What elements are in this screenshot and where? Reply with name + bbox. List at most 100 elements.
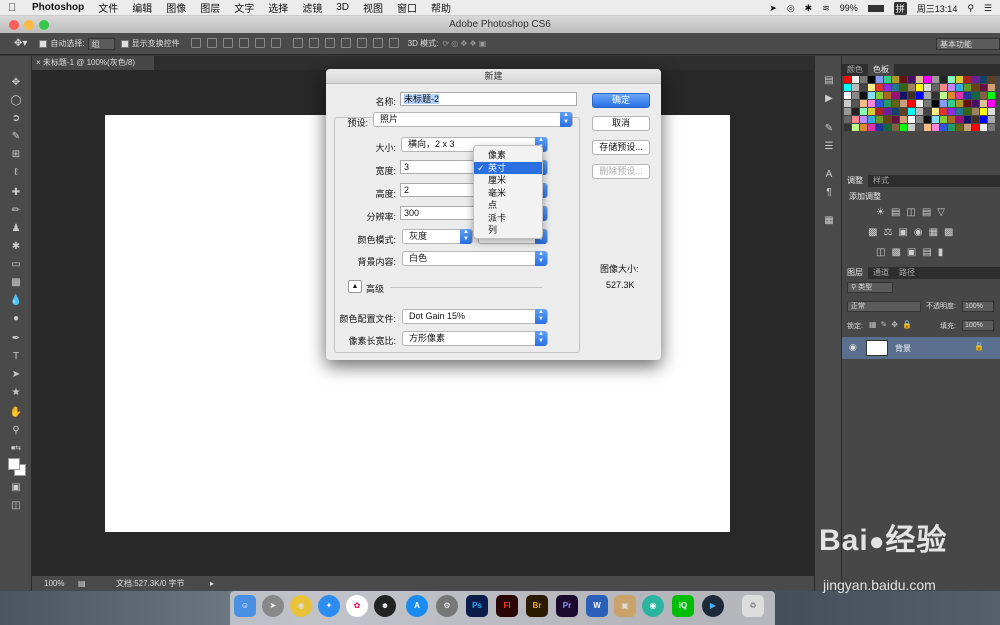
window-close-button[interactable] (9, 20, 19, 30)
color-swatch[interactable] (940, 76, 947, 83)
color-swatch[interactable] (932, 116, 939, 123)
color-swatch[interactable] (924, 124, 931, 131)
notification-center-icon[interactable]: ☰ (984, 3, 992, 14)
menu-image[interactable]: 图像 (166, 0, 186, 15)
color-swatch[interactable] (932, 76, 939, 83)
color-swatch[interactable] (932, 92, 939, 99)
pixel-aspect-dropdown[interactable]: 方形像素 ▲ ▼ (402, 331, 548, 346)
color-swatch[interactable] (860, 124, 867, 131)
battery-percent[interactable]: 99% (840, 3, 858, 13)
color-swatch[interactable] (964, 92, 971, 99)
color-swatch[interactable] (932, 124, 939, 131)
color-swatch[interactable] (876, 124, 883, 131)
brush-tool-icon[interactable]: ✏ (9, 204, 23, 218)
color-swatch[interactable] (868, 116, 875, 123)
3d-panel-icon[interactable]: ▦ (822, 214, 836, 228)
color-swatch[interactable] (876, 92, 883, 99)
color-swatch[interactable] (860, 108, 867, 115)
color-swatch[interactable] (988, 92, 995, 99)
color-swatch[interactable] (972, 108, 979, 115)
3d-rotate-icon[interactable]: ⟳ (442, 39, 449, 48)
unit-option[interactable]: 列 (474, 224, 542, 237)
quick-select-tool-icon[interactable]: ✎ (9, 130, 23, 144)
color-swatch[interactable] (868, 92, 875, 99)
color-swatch[interactable] (876, 116, 883, 123)
color-swatch[interactable] (844, 84, 851, 91)
color-swatch[interactable] (916, 84, 923, 91)
cancel-button[interactable]: 取消 (592, 116, 650, 131)
color-swatch[interactable] (924, 116, 931, 123)
color-swatch[interactable] (900, 92, 907, 99)
color-swatch[interactable] (860, 92, 867, 99)
color-swatch[interactable] (876, 108, 883, 115)
color-swatch[interactable] (948, 100, 955, 107)
finder-icon[interactable]: ☺ (234, 595, 256, 617)
color-swatch[interactable] (892, 124, 899, 131)
photos-icon[interactable]: ✿ (346, 595, 368, 617)
color-swatch[interactable] (852, 100, 859, 107)
menu-filter[interactable]: 滤镜 (302, 0, 322, 15)
photoshop-dock-icon[interactable]: Ps (466, 595, 488, 617)
actions-panel-icon[interactable]: ▶ (822, 92, 836, 106)
color-swatch[interactable] (900, 100, 907, 107)
color-swatch[interactable] (852, 116, 859, 123)
color-swatch[interactable] (972, 100, 979, 107)
player-icon[interactable]: ▶ (702, 595, 724, 617)
tab-channels[interactable]: 通道 (868, 267, 894, 279)
unit-option[interactable]: 像素 (474, 149, 542, 162)
color-swatch[interactable] (932, 108, 939, 115)
color-swatch[interactable] (868, 84, 875, 91)
color-swatch[interactable] (844, 100, 851, 107)
color-profile-dropdown[interactable]: Dot Gain 15% ▲ ▼ (402, 309, 548, 324)
window-zoom-button[interactable] (39, 20, 49, 30)
menu-file[interactable]: 文件 (98, 0, 118, 15)
align-left-icon[interactable] (238, 37, 249, 48)
color-swatch[interactable] (908, 76, 915, 83)
color-swatch[interactable] (908, 124, 915, 131)
distribute-vcenter-icon[interactable] (308, 37, 319, 48)
default-colors-icon[interactable]: ■⇆ (9, 442, 23, 456)
color-swatch[interactable] (916, 100, 923, 107)
align-right-icon[interactable] (270, 37, 281, 48)
color-swatch[interactable] (860, 116, 867, 123)
menu-help[interactable]: 帮助 (431, 0, 451, 15)
trash-icon[interactable]: ♻ (742, 595, 764, 617)
color-swatch[interactable] (940, 108, 947, 115)
menu-select[interactable]: 选择 (268, 0, 288, 15)
name-field[interactable]: 未标题-2 (400, 92, 577, 106)
eraser-tool-icon[interactable]: ▭ (9, 258, 23, 272)
advanced-toggle-button[interactable]: ▲ (348, 280, 362, 293)
color-swatch[interactable] (924, 100, 931, 107)
clone-stamp-tool-icon[interactable]: ♟ (9, 222, 23, 236)
color-swatch[interactable] (972, 84, 979, 91)
unit-option[interactable]: 点 (474, 199, 542, 212)
color-swatch[interactable] (972, 76, 979, 83)
color-swatch[interactable] (876, 76, 883, 83)
3d-scale-icon[interactable]: ▣ (479, 39, 487, 48)
layer-filter-dropdown[interactable]: ⚲ 类型 (847, 282, 893, 293)
color-swatch[interactable] (956, 76, 963, 83)
color-swatch[interactable] (868, 76, 875, 83)
qq-icon[interactable]: ☻ (374, 595, 396, 617)
color-swatch[interactable] (980, 84, 987, 91)
zoom-level[interactable]: 100% (44, 576, 64, 591)
color-swatch[interactable] (940, 124, 947, 131)
history-brush-tool-icon[interactable]: ✱ (9, 240, 23, 254)
eye-icon[interactable]: ◉ (849, 342, 857, 353)
workspace-dropdown[interactable]: 基本功能 (936, 37, 1000, 50)
color-swatch[interactable] (884, 84, 891, 91)
distribute-left-icon[interactable] (340, 37, 351, 48)
chrome-icon[interactable]: ◉ (290, 595, 312, 617)
color-swatch[interactable] (948, 124, 955, 131)
color-swatch[interactable] (916, 92, 923, 99)
move-tool-preset-icon[interactable]: ✥▾ (14, 38, 27, 49)
color-swatch[interactable] (892, 84, 899, 91)
color-swatch[interactable] (852, 108, 859, 115)
3d-slide-icon[interactable]: ❖ (469, 39, 476, 48)
color-swatch[interactable] (964, 116, 971, 123)
unit-option[interactable]: 派卡 (474, 212, 542, 225)
color-swatch[interactable] (988, 124, 995, 131)
lock-icons[interactable]: ▦✎✥🔒 (869, 320, 916, 329)
color-swatch[interactable] (900, 124, 907, 131)
auto-select-checkbox[interactable] (39, 39, 48, 48)
